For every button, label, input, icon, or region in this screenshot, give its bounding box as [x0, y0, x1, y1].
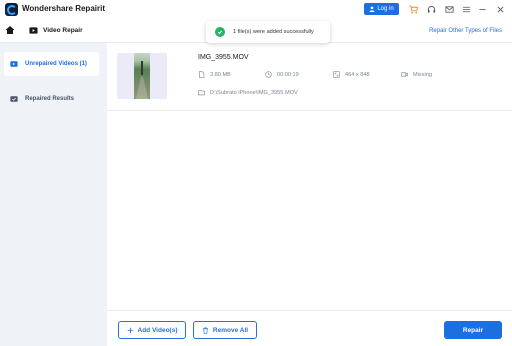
toast-message: 1 file(s) were added successfully	[233, 29, 314, 35]
file-size: 3.80 MB	[198, 71, 231, 78]
video-list: IMG_3955.MOV 3.80 MB 00:00:19 464 x 848 …	[107, 43, 512, 346]
cart-icon[interactable]	[407, 3, 419, 15]
camera-icon	[401, 72, 408, 77]
remove-all-label: Remove All	[212, 326, 249, 334]
success-toast: 1 file(s) were added successfully	[206, 21, 330, 43]
minimize-icon[interactable]	[476, 3, 488, 15]
file-resolution: 464 x 848	[333, 71, 370, 78]
video-repair-icon	[29, 27, 38, 34]
list-item[interactable]: IMG_3955.MOV 3.80 MB 00:00:19 464 x 848 …	[107, 43, 512, 111]
sidebar-item-repaired-results[interactable]: Repaired Results	[4, 87, 99, 111]
file-duration: 00:00:19	[265, 71, 299, 78]
resolution-icon	[333, 71, 340, 78]
home-icon[interactable]	[5, 25, 15, 35]
sidebar-item-label: Repaired Results	[25, 96, 75, 102]
file-camera: Missing	[401, 71, 432, 78]
file-duration-value: 00:00:19	[277, 71, 299, 78]
login-button[interactable]: Log in	[364, 3, 399, 15]
thumbnail-image	[134, 53, 150, 99]
repairit-logo-icon	[5, 3, 18, 16]
clock-icon	[265, 71, 272, 78]
file-icon	[199, 71, 205, 78]
sidebar: Unrepaired Videos (1) Repaired Results	[0, 43, 107, 346]
bottom-action-bar: Add Video(s) Remove All Repair	[107, 310, 512, 346]
sidebar-item-unrepaired-videos[interactable]: Unrepaired Videos (1)	[4, 52, 99, 76]
mail-icon[interactable]	[443, 3, 455, 15]
title-bar: Wondershare Repairit Log in	[0, 0, 512, 19]
file-name: IMG_3955.MOV	[198, 54, 249, 61]
check-circle-icon	[215, 27, 225, 37]
login-label: Log in	[377, 6, 394, 12]
app-title: Wondershare Repairit	[22, 4, 105, 13]
video-thumbnail	[117, 53, 167, 99]
plus-icon	[127, 327, 133, 333]
close-icon[interactable]	[494, 3, 506, 15]
headset-icon[interactable]	[425, 3, 437, 15]
sidebar-item-label: Unrepaired Videos (1)	[25, 61, 87, 67]
video-icon	[10, 61, 18, 67]
user-icon	[369, 6, 375, 12]
add-videos-label: Add Video(s)	[137, 326, 178, 334]
file-path: D:\Subrato iPhone\IMG_3955.MOV	[198, 89, 298, 96]
file-path-value: D:\Subrato iPhone\IMG_3955.MOV	[210, 89, 298, 96]
video-check-icon	[10, 96, 18, 102]
trash-icon	[202, 327, 208, 334]
menu-icon[interactable]	[460, 3, 472, 15]
file-size-value: 3.80 MB	[210, 71, 231, 78]
add-videos-button[interactable]: Add Video(s)	[118, 321, 186, 339]
folder-icon	[198, 90, 205, 96]
file-resolution-value: 464 x 848	[345, 71, 370, 78]
repair-other-types-link[interactable]: Repair Other Types of Files	[429, 28, 502, 34]
remove-all-button[interactable]: Remove All	[193, 321, 257, 339]
file-camera-value: Missing	[413, 71, 432, 78]
repair-button[interactable]: Repair	[444, 321, 502, 339]
section-title: Video Repair	[43, 27, 83, 34]
